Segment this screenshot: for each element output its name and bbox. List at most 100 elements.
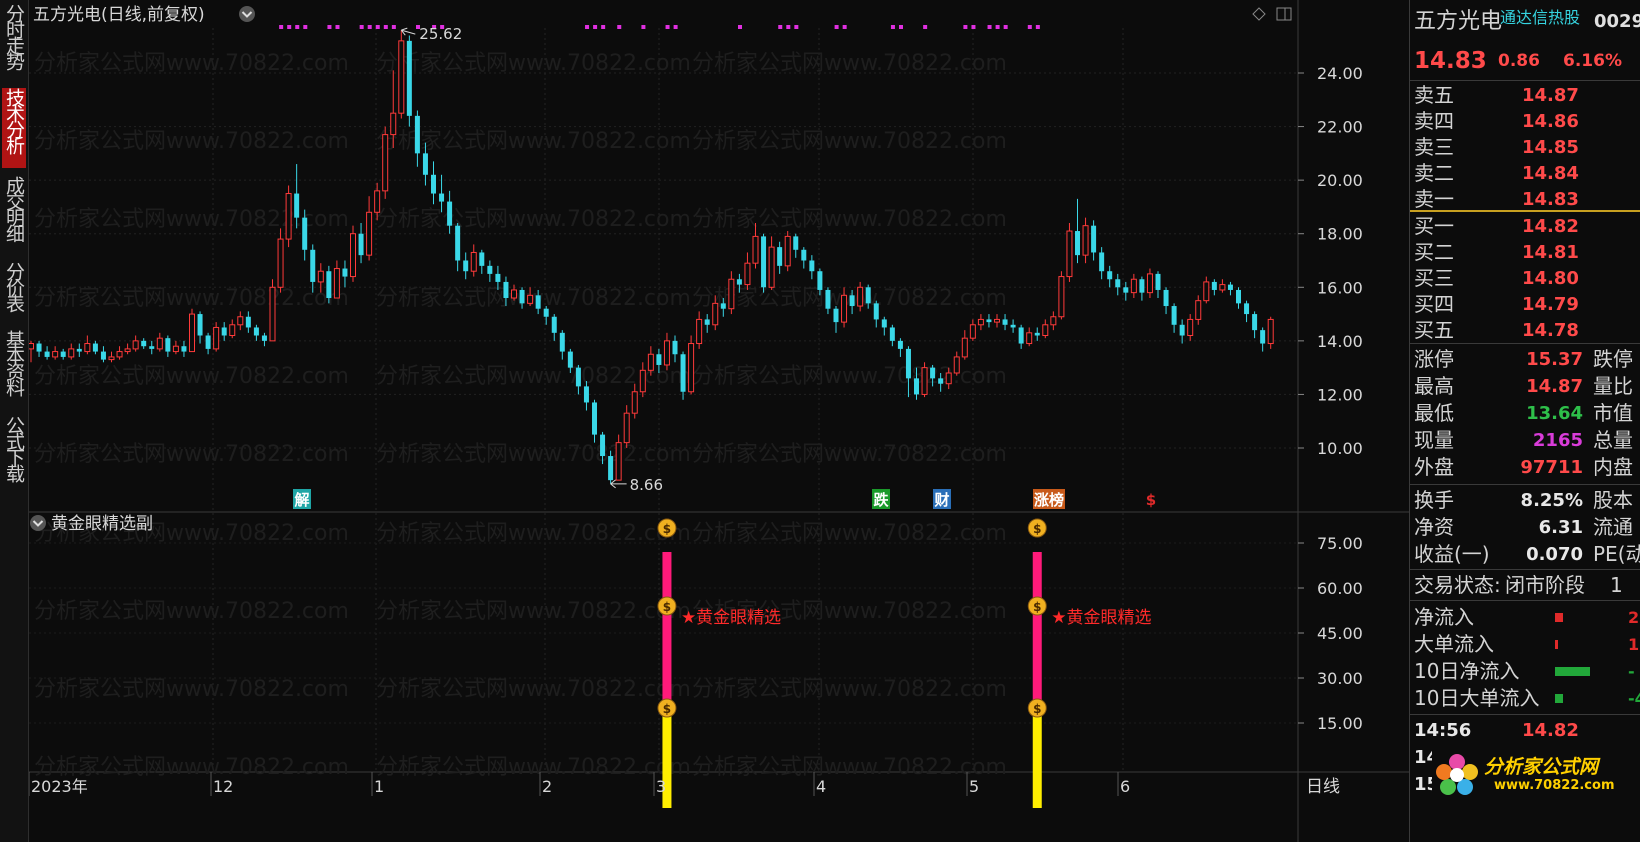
hot-stock-tag[interactable]: 通达信热股 — [1500, 2, 1580, 34]
stock-header: 五方光电 通达信热股 0029 — [1410, 6, 1640, 38]
title-menu-icon[interactable] — [239, 6, 255, 22]
tab-formula-download[interactable]: 公式下载 — [2, 416, 26, 494]
candle-body-up — [269, 286, 276, 342]
candle-body-up — [1058, 276, 1065, 318]
candle-body-up — [1146, 273, 1153, 294]
candle-body-down — [36, 343, 42, 352]
event-tag-4[interactable]: $ — [1142, 489, 1160, 509]
diamond-icon[interactable] — [1252, 7, 1266, 21]
price-change-pct: 6.16% — [1563, 51, 1622, 71]
price-axis-label: 22.00 — [1317, 118, 1363, 137]
left-tab-bar: 分时走势 技术分析 成交明细 分价表 基本资料 公式下载 — [0, 0, 29, 842]
candle-body-up — [374, 190, 381, 213]
sub-axis-label: 15.00 — [1317, 714, 1363, 733]
candle-body-down — [1091, 225, 1097, 253]
candle-body-down — [849, 295, 855, 307]
bid-row: 买五 14.78 — [1410, 317, 1640, 344]
top-marker — [327, 25, 332, 29]
top-marker — [367, 25, 372, 29]
event-tag-1[interactable]: 跌 — [872, 489, 890, 509]
event-tag-0[interactable]: 解 — [293, 489, 311, 509]
candle-body-down — [672, 340, 678, 355]
event-tag-label: 财 — [934, 491, 949, 509]
candle-body-down — [1155, 273, 1161, 290]
candle-body-up — [52, 351, 59, 358]
candle-body-up — [527, 294, 534, 304]
price-axis-label: 16.00 — [1317, 278, 1363, 297]
stat-row: 涨停 15.37 跌停 — [1410, 346, 1640, 373]
watermark-text: 分析家公式网www.70822.com — [376, 286, 691, 311]
top-marker — [995, 25, 1000, 29]
stat-label: 最高 — [1414, 374, 1454, 398]
candle-body-down — [793, 236, 799, 250]
candle-body-down — [1252, 314, 1258, 331]
candle-body-up — [1026, 332, 1033, 345]
candle-body-down — [600, 434, 606, 457]
bid-row: 买一 14.82 — [1410, 213, 1640, 240]
candle-body-up — [977, 318, 984, 326]
watermark-text: 分析家公式网www.70822.com — [34, 286, 349, 311]
candle-body-down — [680, 354, 686, 392]
ask-label: 卖五 — [1414, 83, 1454, 107]
window-toggle-icon[interactable] — [1276, 7, 1292, 21]
candle-body-up — [511, 289, 517, 299]
candle-body-down — [60, 351, 66, 357]
candle-body-down — [261, 335, 267, 341]
candle-body-down — [1236, 289, 1241, 304]
candle-body-down — [889, 327, 895, 341]
svg-text:$: $ — [663, 600, 671, 614]
candle-body-down — [1244, 303, 1250, 315]
sub-axis: 75.00 60.00 45.00 30.00 15.00 — [1298, 534, 1363, 733]
candle-body-down — [455, 225, 461, 261]
svg-text:$: $ — [663, 702, 671, 716]
event-tag-3[interactable]: 涨榜 — [1033, 489, 1065, 509]
top-marker — [963, 25, 968, 29]
top-marker — [601, 25, 606, 29]
price-axis-label: 12.00 — [1317, 385, 1363, 404]
bid-label: 买四 — [1414, 292, 1454, 316]
stat-label: 外盘 — [1414, 455, 1454, 479]
stat-row: 最高 14.87 量比 — [1410, 373, 1640, 400]
stat-value: 14.87 — [1526, 376, 1583, 397]
bid-price: 14.79 — [1522, 294, 1579, 315]
tab-price-table[interactable]: 分价表 — [2, 262, 26, 322]
chart-area: 五方光电(日线,前复权) 分析家公式网www.70822.com 分析家公式网ww… — [29, 0, 1409, 842]
flow-value: 2 — [1628, 608, 1640, 627]
bid-row: 买四 14.79 — [1410, 291, 1640, 318]
candle-body-up — [744, 262, 751, 286]
candle-body-up — [784, 235, 791, 267]
candle-body-up — [390, 112, 397, 136]
stat2-row: 净资 6.31 流通 — [1410, 514, 1640, 541]
candle-body-up — [945, 372, 952, 385]
top-marker — [665, 25, 670, 29]
bid-price: 14.78 — [1522, 320, 1579, 341]
tab-technical-analysis[interactable]: 技术分析 — [2, 88, 26, 168]
tab-fundamentals[interactable]: 基本资料 — [2, 330, 26, 408]
candle-body-up — [1130, 278, 1137, 294]
ask-price: 14.85 — [1522, 137, 1579, 158]
stat2-right-label: 流通 — [1593, 515, 1633, 539]
ask-row: 卖五 14.87 — [1410, 82, 1640, 109]
period-label[interactable]: 日线 — [1306, 777, 1340, 797]
tab-trade-details[interactable]: 成交明细 — [2, 176, 26, 254]
event-tags[interactable]: 解 跌 财 涨榜 $ — [293, 489, 1160, 509]
watermark-text: 分析家公式网www.70822.com — [692, 207, 1007, 232]
trade-state-tail: 1 — [1610, 573, 1623, 597]
top-marker — [890, 25, 895, 29]
top-marker — [335, 25, 340, 29]
candle-body-up — [961, 337, 968, 358]
signal-red-bar — [1032, 552, 1042, 708]
candle-body-down — [1099, 252, 1105, 272]
ask-price: 14.84 — [1522, 163, 1579, 184]
candle-body-down — [873, 303, 879, 320]
flow-label: 10日净流入 — [1414, 659, 1520, 683]
sub-axis-label: 30.00 — [1317, 669, 1363, 688]
event-tag-2[interactable]: 财 — [933, 489, 951, 509]
tab-intraday[interactable]: 分时走势 — [2, 4, 26, 80]
candle-body-down — [1123, 287, 1129, 293]
ask-label: 卖三 — [1414, 135, 1454, 159]
sub-menu-icon[interactable] — [30, 515, 46, 531]
candle-body-down — [1260, 330, 1266, 344]
candle-body-up — [768, 246, 775, 288]
stat-row: 最低 13.64 市值 — [1410, 400, 1640, 427]
